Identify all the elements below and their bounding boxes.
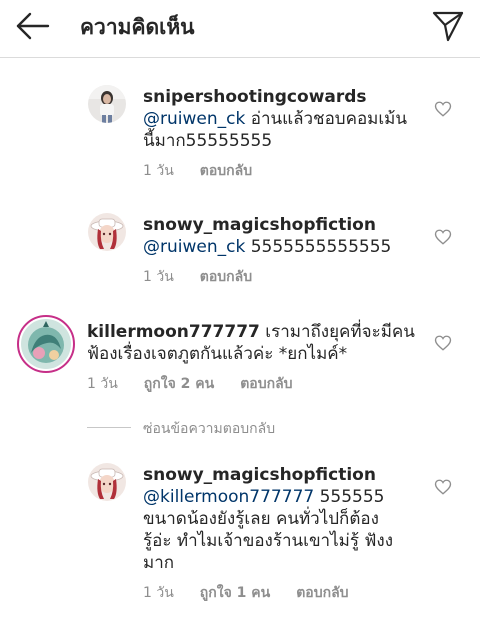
comment-body: อ่านแล้วชอบคอมเม้น <box>245 109 407 129</box>
reply-button[interactable]: ตอบกลับ <box>200 163 252 179</box>
likes-count[interactable]: ถูกใจ 2 คน <box>144 376 214 392</box>
comment-body: นี้มาก55555555 <box>143 131 273 151</box>
avatar-photo-icon <box>88 85 126 123</box>
divider <box>87 427 131 428</box>
comment-text: snowy_magicshopfiction @killermoon777777… <box>143 464 423 574</box>
heart-outline-icon[interactable] <box>434 334 452 352</box>
comment-meta: 1 วัน ตอบกลับ <box>143 266 278 288</box>
hide-replies-label: ซ่อนข้อความตอบกลับ <box>143 421 276 437</box>
comment-text: snipershootingcowards @ruiwen_ck อ่านแล้… <box>143 86 423 152</box>
mention-link[interactable]: @ruiwen_ck <box>143 237 245 257</box>
avatar-illustration-icon <box>88 463 126 501</box>
reply-button[interactable]: ตอบกลับ <box>296 585 348 601</box>
comment-username[interactable]: killermoon777777 <box>87 322 260 342</box>
comment-body: ฟ้องเรื่องเจตภูตกันแล้วค่ะ *ยกไมค์* <box>87 344 348 364</box>
heart-outline-icon[interactable] <box>434 228 452 246</box>
comment-time: 1 วัน <box>87 376 118 392</box>
comment-meta: 1 วัน ถูกใจ 2 คน ตอบกลับ <box>87 373 319 395</box>
comment-text: snowy_magicshopfiction @ruiwen_ck 555555… <box>143 214 423 258</box>
reply-button[interactable]: ตอบกลับ <box>200 269 252 285</box>
comment-body: รู้อ่ะ ทำไมเจ้าของร้านเขาไม่รู้ ฟังง <box>143 531 394 551</box>
avatar[interactable] <box>88 463 126 501</box>
comment-body: ขนาดน้องยังรู้เลย คนทั่วไปก็ต้อง <box>143 509 379 529</box>
heart-outline-icon[interactable] <box>434 100 452 118</box>
heart-outline-icon[interactable] <box>434 478 452 496</box>
mention-link[interactable]: @killermoon777777 <box>143 487 314 507</box>
comment-text: killermoon777777 เรามาถึงยุคที่จะมีคน ฟ้… <box>87 321 427 365</box>
comment-username[interactable]: snowy_magicshopfiction <box>143 215 376 235</box>
header-bar: ความคิดเห็น <box>0 0 480 58</box>
comment-username[interactable]: snowy_magicshopfiction <box>143 465 376 485</box>
avatar[interactable] <box>88 213 126 251</box>
arrow-left-icon <box>16 12 50 40</box>
comment-body: มาก <box>143 553 175 573</box>
comment-body: 5555555555555 <box>245 237 392 257</box>
mention-link[interactable]: @ruiwen_ck <box>143 109 245 129</box>
comment-time: 1 วัน <box>143 269 174 285</box>
reply-button[interactable]: ตอบกลับ <box>240 376 292 392</box>
avatar-with-story-ring[interactable] <box>17 315 75 373</box>
avatar[interactable] <box>88 85 126 123</box>
avatar-illustration-icon <box>88 213 126 251</box>
comment-meta: 1 วัน ตอบกลับ <box>143 160 278 182</box>
avatar-illustration-icon <box>21 319 71 369</box>
share-button[interactable] <box>428 6 468 46</box>
likes-count[interactable]: ถูกใจ 1 คน <box>200 585 270 601</box>
paper-plane-icon <box>432 11 464 42</box>
comment-time: 1 วัน <box>143 585 174 601</box>
comment-meta: 1 วัน ถูกใจ 1 คน ตอบกลับ <box>143 582 375 604</box>
back-button[interactable] <box>12 8 52 44</box>
comment-time: 1 วัน <box>143 163 174 179</box>
comment-body: เรามาถึงยุคที่จะมีคน <box>259 322 415 342</box>
comment-body: 555555 <box>314 487 385 507</box>
comment-username[interactable]: snipershootingcowards <box>143 87 367 107</box>
page-title: ความคิดเห็น <box>80 15 195 39</box>
